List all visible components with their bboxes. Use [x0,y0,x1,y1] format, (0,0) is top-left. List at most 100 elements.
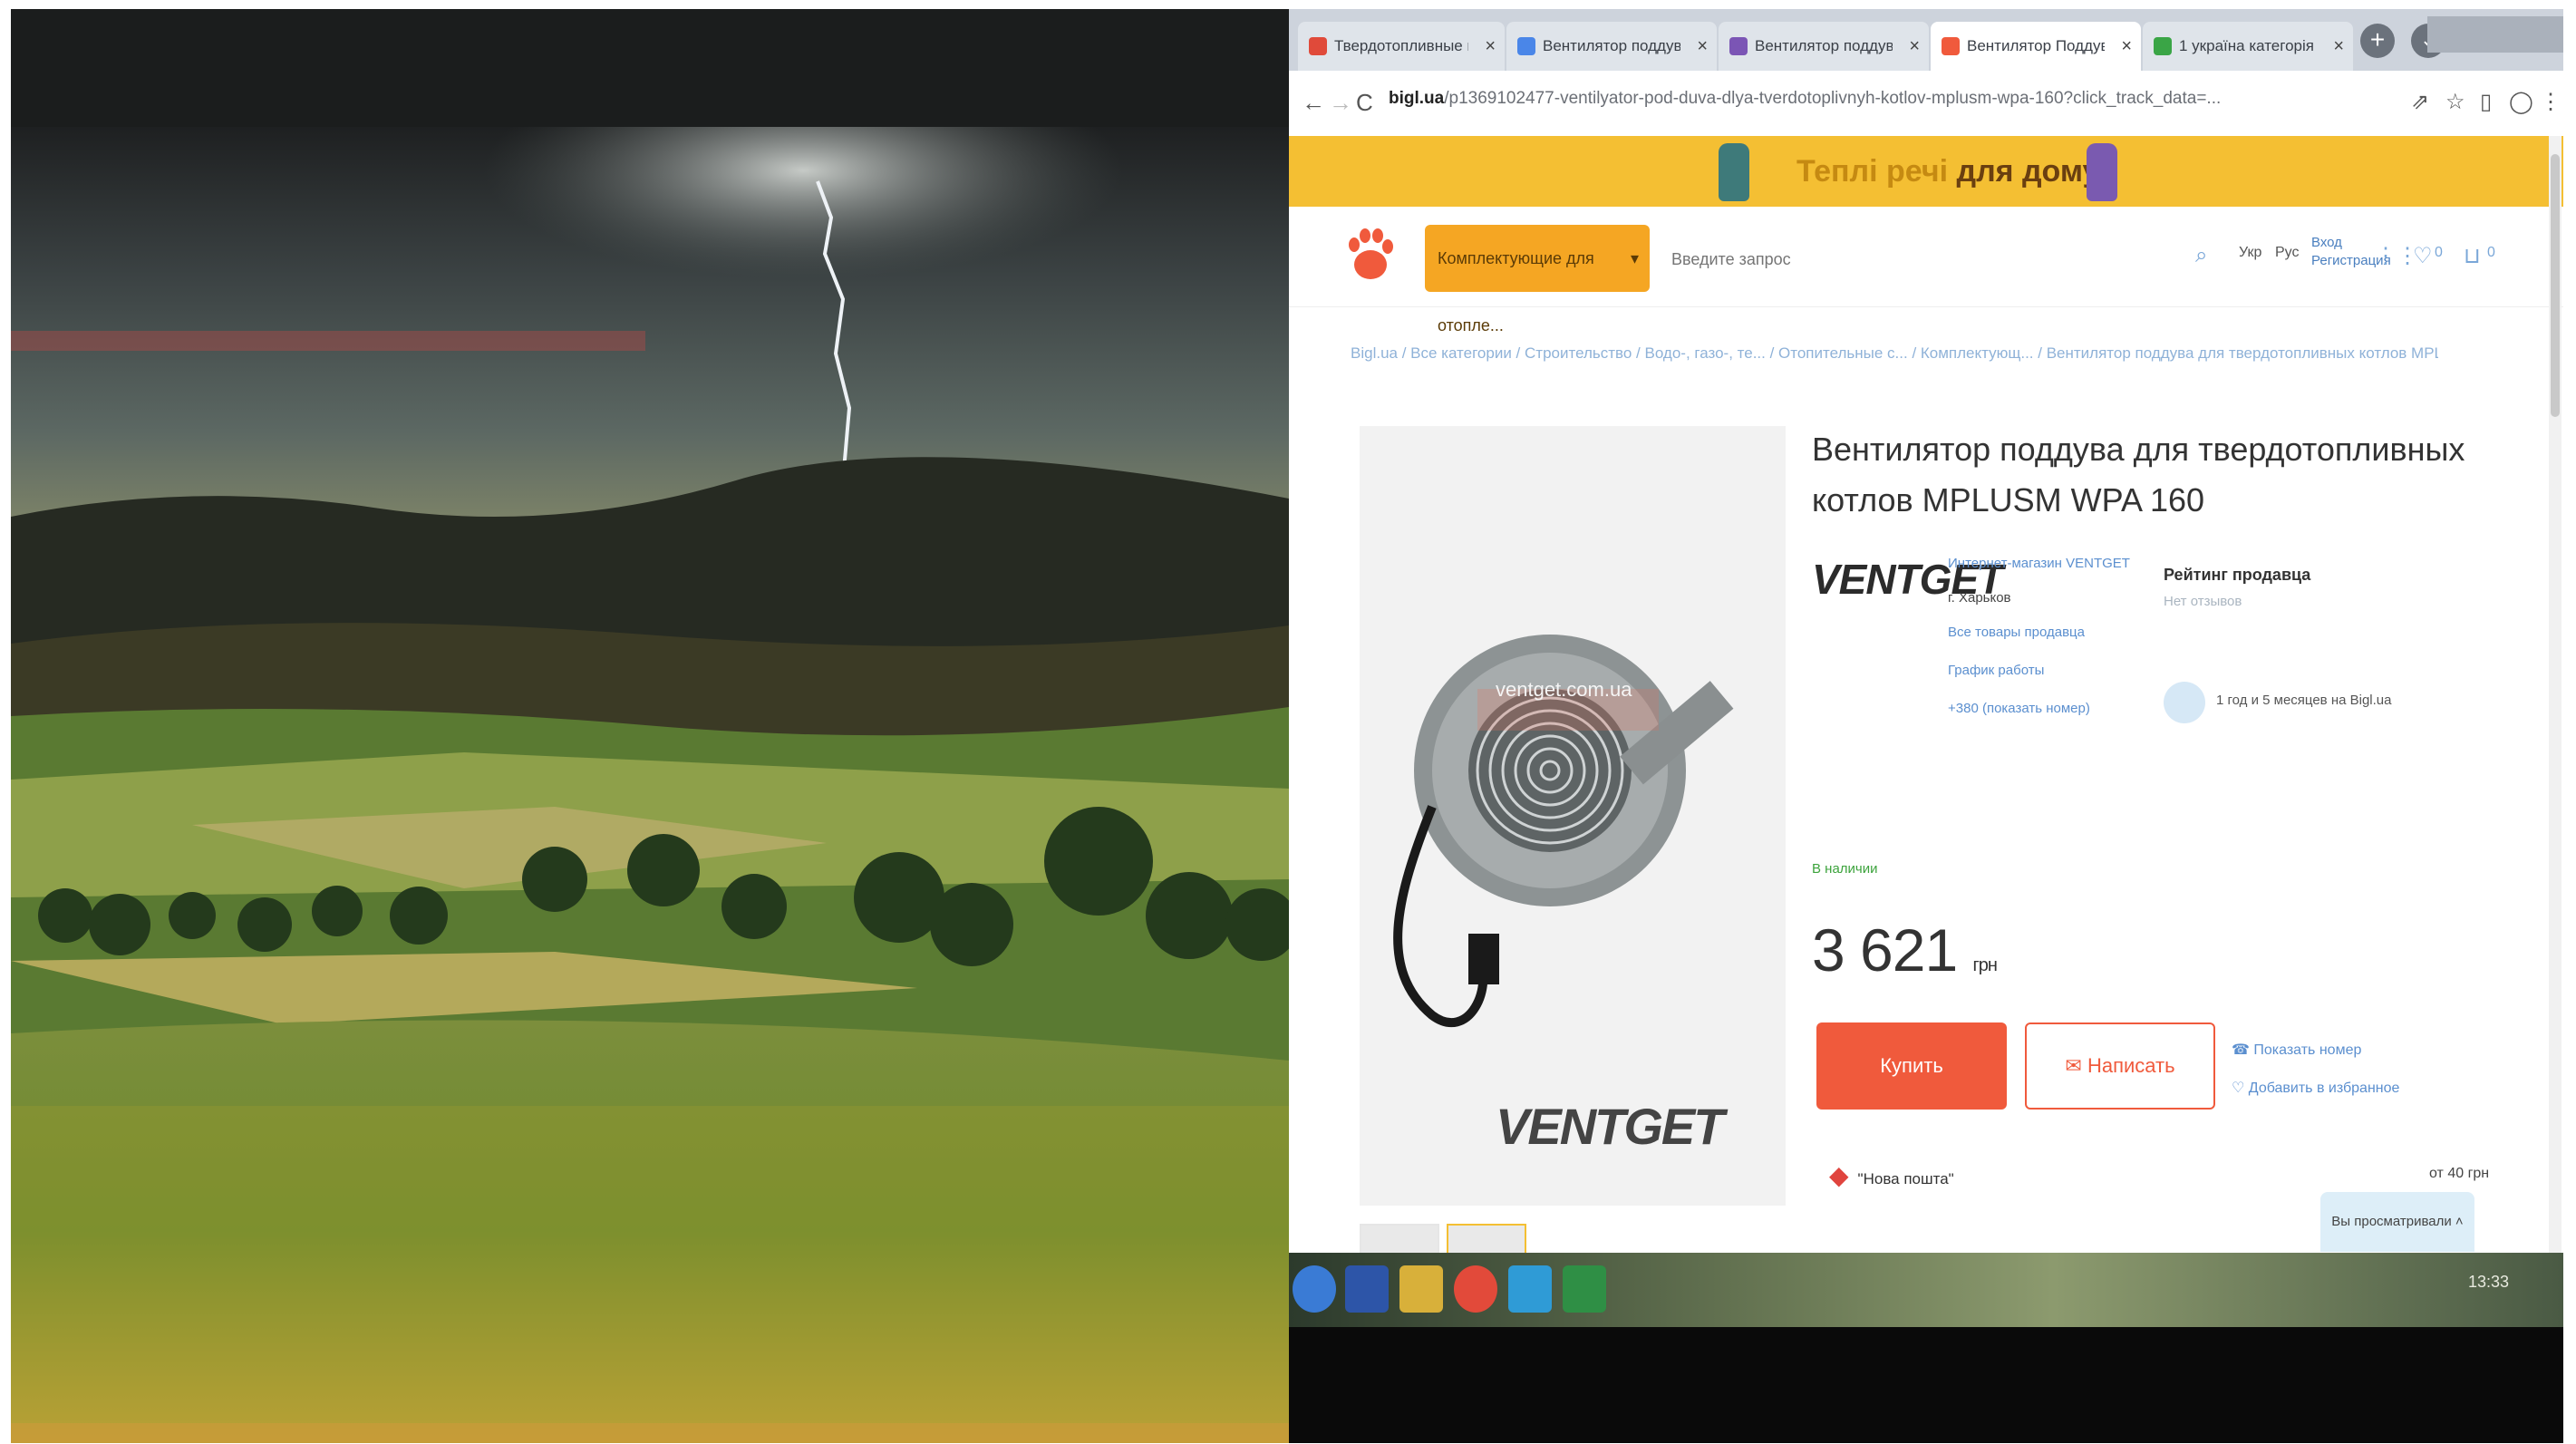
address-bar: ← → C bigl.ua/p1369102477-ventilyator-po… [1289,71,2563,137]
seller-phone-link[interactable]: +380 (показать номер) [1948,700,2147,718]
share-icon[interactable]: ⇗ [2411,89,2429,115]
favicon-icon [1942,37,1960,55]
cart-icon[interactable]: ⊔ [2464,243,2481,269]
file-manager-icon[interactable] [1345,1265,1389,1313]
favicon-icon [1309,37,1327,55]
tab-2-label: Вентилятор поддува для тв... [1543,37,1680,54]
close-tab-icon[interactable]: × [2333,22,2344,71]
seller-rating-heading: Рейтинг продавца [2164,566,2311,584]
search-input[interactable] [1670,225,2181,294]
promo-bottle-right [2087,143,2117,201]
favorites-count: 0 [2435,245,2443,260]
delivery-price: от 40 грн [2429,1166,2490,1181]
product-side-links: ☎ Показать номер ♡ Добавить в избранное [2232,1032,2399,1108]
media-app-icon[interactable] [1399,1265,1443,1313]
close-tab-icon[interactable]: × [1909,22,1920,71]
tab-2[interactable]: Вентилятор поддува для тв... × [1506,22,1717,71]
desktop-wallpaper [11,9,1289,1443]
search-icon[interactable]: ⌕ [2195,243,2207,268]
favorites-heart-icon[interactable]: ♡ [2413,243,2433,269]
seller-all-products-link[interactable]: Все товары продавца [1948,624,2147,642]
new-tab-button[interactable]: + [2360,24,2395,58]
catalog-dropdown-button[interactable]: Комплектующие для отопле... ▾ [1425,225,1650,334]
chrome-icon[interactable] [1454,1265,1497,1313]
message-icon: ✉ [2065,1054,2087,1077]
page-scrollbar[interactable] [2549,136,2561,1314]
grid-menu-icon[interactable]: ⋮⋮ [2375,243,2418,269]
tab-strip: Твердотопливные котлы в Т... × Вентилято… [1289,9,2563,71]
profile-icon[interactable]: ◯ [2509,89,2533,115]
bigl-paw-logo-icon[interactable] [1345,225,1396,283]
tab-5[interactable]: 1 україна категорія (1.4+) ... × [2143,22,2353,71]
start-button-icon[interactable] [1293,1265,1336,1313]
seller-since: 1 год и 5 месяцев на Bigl.ua [2216,693,2392,708]
back-icon[interactable]: ← [1302,89,1325,117]
cart-count: 0 [2487,245,2495,260]
tab-3[interactable]: Вентилятор поддува Wplus... × [1719,22,1929,71]
price-currency: грн [1972,955,1998,975]
show-phone-link[interactable]: ☎ Показать номер [2232,1032,2399,1070]
tab-1-label: Твердотопливные котлы в Т... [1334,37,1468,54]
chevron-up-icon: ˄ [2455,1214,2464,1229]
menu-icon[interactable]: ⋮ [2540,89,2561,115]
close-tab-icon[interactable]: × [1697,22,1708,71]
product-main-image[interactable]: ventget.com.ua VENTGET [1360,426,1786,1206]
breadcrumb[interactable]: Bigl.ua / Все категории / Строительство … [1351,344,2438,363]
reload-icon[interactable]: C [1356,89,1373,117]
extensions-icon[interactable]: ▯ [2480,89,2492,115]
window-controls[interactable] [2427,16,2563,53]
desktop-dark-area [1289,1327,2563,1443]
delivery-option: ◆ "Нова пошта" [1829,1160,1954,1190]
telegram-icon[interactable] [1508,1265,1552,1313]
buy-button[interactable]: Купить [1816,1022,2007,1110]
favicon-icon [1517,37,1535,55]
viewed-label: Вы просматривали [2331,1214,2452,1229]
add-to-favorites-label: Добавить в избранное [2248,1081,2400,1096]
image-brand-mark: VENTGET [1496,1098,1724,1155]
seller-links: Интернет-магазин VENTGET г. Харьков Все … [1948,555,2147,734]
screenshot-frame: Твердотопливные котлы в Т... × Вентилято… [11,9,2563,1443]
promo-text-light: Теплі речі [1796,154,1949,189]
seller-shop-link[interactable]: Интернет-магазин VENTGET [1948,555,2147,573]
image-watermark: ventget.com.ua [1496,678,1632,701]
seller-schedule-link[interactable]: График работы [1948,662,2147,680]
promo-bottle-left [1719,143,1749,201]
seller-city: г. Харьков [1948,590,2011,606]
recently-viewed-tab[interactable]: Вы просматривали ˄ [2320,1192,2474,1252]
browser-window: Твердотопливные котлы в Т... × Вентилято… [1289,9,2563,1323]
close-tab-icon[interactable]: × [1485,22,1496,71]
scrollbar-thumb[interactable] [2551,154,2560,417]
landscape-illustration [11,9,1289,1443]
system-tray-clock[interactable]: 13:33 [2468,1273,2509,1292]
url-path: /p1369102477-ventilyator-pod-duva-dlya-t… [1444,89,2222,108]
favicon-icon [1729,37,1748,55]
price-value: 3 621 [1812,916,1958,984]
write-label: Написать [2087,1054,2175,1077]
seller-rating-note: Нет отзывов [2164,594,2242,609]
chevron-down-icon: ▾ [1630,249,1639,267]
forward-icon[interactable]: → [1329,89,1352,117]
phone-icon: ☎ [2232,1042,2254,1058]
add-to-favorites-link[interactable]: ♡ Добавить в избранное [2232,1070,2399,1108]
heart-icon: ♡ [2232,1081,2249,1096]
write-to-seller-button[interactable]: ✉ Написать [2025,1022,2215,1110]
promo-text-dark: для дому [1956,154,2100,189]
seller-badge-icon [2164,682,2205,723]
promo-banner[interactable]: Теплі речі для дому [1289,136,2563,207]
close-tab-icon[interactable]: × [2121,22,2132,71]
tab-5-label: 1 україна категорія (1.4+) ... [2179,37,2317,54]
product-price: 3 621 грн [1812,916,1998,984]
excel-icon[interactable] [1563,1265,1606,1313]
tab-1[interactable]: Твердотопливные котлы в Т... × [1298,22,1505,71]
lang-ru-link[interactable]: Рус [2275,245,2300,261]
url-host: bigl.ua [1389,89,1445,108]
lang-ua-link[interactable]: Укр [2239,245,2261,261]
tab-4-active[interactable]: Вентилятор Поддува Для Тв... × [1931,22,2141,71]
delivery-name: "Нова пошта" [1857,1170,1954,1187]
blower-fan-image [1360,426,1786,1206]
promo-text: Теплі речі для дому [1796,154,2099,189]
url-field[interactable]: bigl.ua/p1369102477-ventilyator-pod-duva… [1389,89,2322,109]
nova-poshta-icon: ◆ [1829,1161,1849,1189]
seller-card: VENTGET Интернет-магазин VENTGET г. Харь… [1812,546,2144,809]
bookmark-star-icon[interactable]: ☆ [2445,89,2465,115]
